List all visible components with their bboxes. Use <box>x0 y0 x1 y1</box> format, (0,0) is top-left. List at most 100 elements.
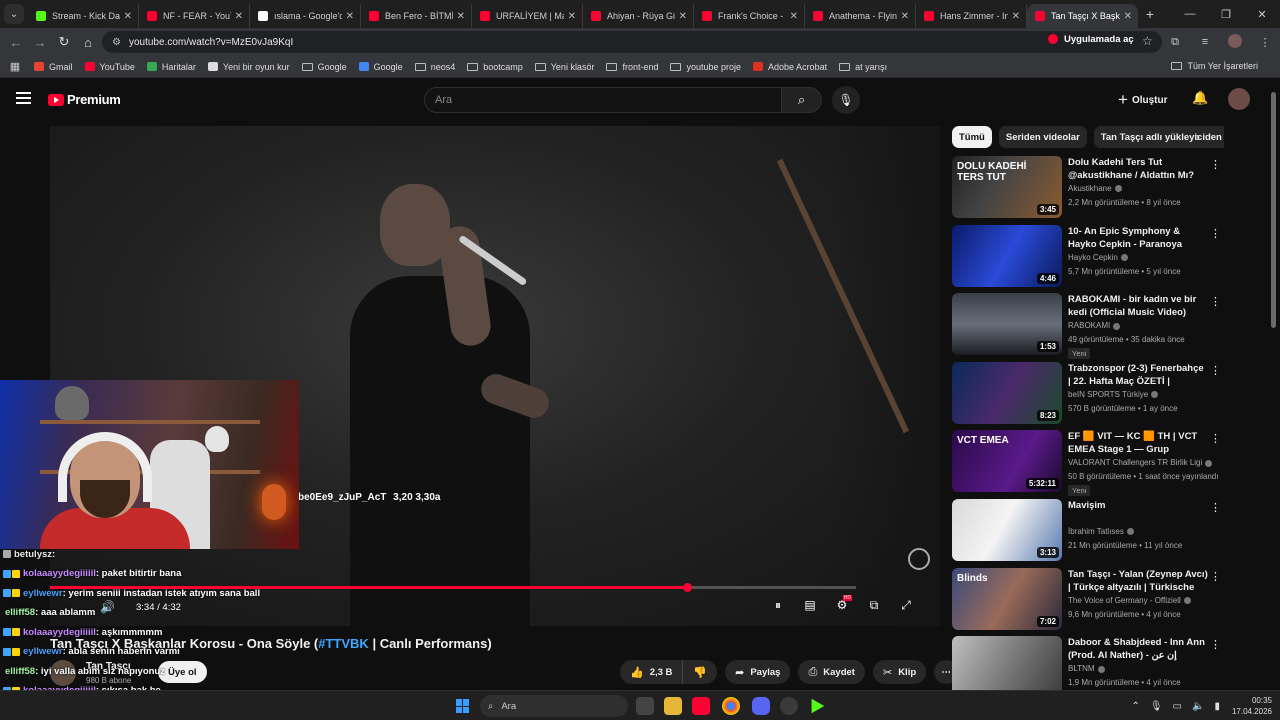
bookmark-item[interactable]: Google <box>301 62 347 72</box>
maximize-icon[interactable]: ❐ <box>1208 8 1244 21</box>
more-options-icon[interactable]: ⋮ <box>1210 364 1221 377</box>
tab-close-icon[interactable]: ✕ <box>1012 11 1020 22</box>
more-options-icon[interactable]: ⋮ <box>1210 295 1221 308</box>
bookmark-item[interactable]: neos4 <box>414 62 455 72</box>
tab-close-icon[interactable]: ✕ <box>235 11 243 22</box>
fullscreen-icon[interactable]: ⤢ <box>890 598 922 613</box>
recommended-title[interactable]: 10- An Epic Symphony & Hayko Cepkin - Pa… <box>1068 225 1208 251</box>
more-options-icon[interactable]: ⋮ <box>1210 158 1221 171</box>
bookmark-item[interactable]: Gmail <box>34 62 73 72</box>
recommended-video[interactable]: 3:13 Mavişim İbrahim Tatlıses 21 Mn görüntü… <box>952 499 1222 561</box>
recommended-video[interactable]: DOLU KADEHİ TERS TUT 3:45 Dolu Kadehi Ters… <box>952 156 1222 218</box>
all-bookmarks-button[interactable]: Tüm Yer İşaretleri <box>1171 61 1258 71</box>
more-options-icon[interactable]: ⋮ <box>1210 638 1221 651</box>
clock[interactable]: 00:35 17.04.2026 <box>1232 695 1272 717</box>
omnibox[interactable]: ⚙ youtube.com/watch?v=MzE0vJa9KqI <box>102 31 1162 53</box>
video-thumbnail[interactable]: 3:13 <box>952 499 1062 561</box>
menu-dots-icon[interactable]: ⋮ <box>1250 36 1280 49</box>
battery-icon[interactable]: ▮ <box>1214 701 1220 712</box>
recommended-channel[interactable]: İbrahim Tatlıses <box>1068 527 1134 536</box>
create-button[interactable]: + Oluştur <box>1118 90 1168 110</box>
tray-expand-icon[interactable]: ⌃ <box>1131 701 1139 712</box>
dislike-button[interactable]: 👎 <box>683 660 717 684</box>
voice-search-button[interactable]: 🎙 <box>832 86 860 114</box>
bookmark-item[interactable]: Yeni bir oyun kur <box>207 62 290 72</box>
bookmark-item[interactable]: YouTube <box>84 62 135 72</box>
recommended-title[interactable]: Daboor & Shabjdeed - Inn Ann (Prod. Al N… <box>1068 636 1208 662</box>
bookmark-item[interactable]: Google <box>358 62 403 72</box>
home-icon[interactable]: ⌂ <box>76 35 100 50</box>
taskbar-search[interactable]: ⌕ Ara <box>480 695 628 717</box>
video-thumbnail[interactable]: VCT EMEA 5:32:11 <box>952 430 1062 493</box>
recommended-title[interactable]: Dolu Kadehi Ters Tut @akustikhane / Alda… <box>1068 156 1208 182</box>
menu-hamburger-icon[interactable] <box>16 92 31 104</box>
apps-grid-icon[interactable]: ▦ <box>0 60 30 73</box>
browser-tab[interactable]: Hans Zimmer - In ✕ <box>916 4 1027 28</box>
site-info-icon[interactable]: ⚙ <box>112 37 121 48</box>
recommended-video[interactable]: 4:46 10- An Epic Symphony & Hayko Cepkin … <box>952 224 1222 287</box>
recommended-title[interactable]: EF 🟧 VIT — KC 🟧 TH | VCT EMEA Stage 1 — … <box>1068 430 1208 456</box>
recommended-channel[interactable]: BLTNM <box>1068 664 1105 673</box>
recommended-channel[interactable]: VALORANT Challengers TR Birlik Ligi <box>1068 458 1213 467</box>
subtitles-icon[interactable]: ▤ <box>794 598 826 613</box>
tab-close-icon[interactable]: ✕ <box>679 11 687 22</box>
youtube-app-icon[interactable] <box>692 697 710 715</box>
back-arrow-icon[interactable]: ← <box>4 35 28 50</box>
reload-icon[interactable]: ↻ <box>52 34 76 50</box>
recommended-channel[interactable]: beIN SPORTS Türkiye <box>1068 390 1159 399</box>
recommended-video[interactable]: Blinds 7:02 Tan Taşçı - Yalan (Zeynep Avcı… <box>952 567 1222 630</box>
browser-tab[interactable]: Ahiyan - Rüya Gibi ✕ <box>583 4 694 28</box>
volume-tray-icon[interactable]: 🔈 <box>1192 701 1204 712</box>
browser-tab[interactable]: NF - FEAR - YouTube ✕ <box>139 4 250 28</box>
open-in-app-button[interactable]: Uygulamada aç <box>1048 32 1134 46</box>
browser-tab[interactable]: Stream - Kick Dash ✕ <box>28 4 139 28</box>
bookmark-item[interactable]: at yarışı <box>839 62 887 72</box>
clip-button[interactable]: ✂ Klip <box>872 660 927 684</box>
filter-chip[interactable]: Tümü <box>952 126 992 148</box>
tab-close-icon[interactable]: ✕ <box>790 11 798 22</box>
bookmark-item[interactable]: Adobe Acrobat <box>753 62 827 72</box>
file-explorer-icon[interactable] <box>664 697 682 715</box>
playlist-icon[interactable]: ≡ <box>1190 36 1220 48</box>
browser-tab[interactable]: ıslama - Google'da Ara ✕ <box>250 4 361 28</box>
more-options-icon[interactable]: ⋮ <box>1210 227 1221 240</box>
tab-search-chevron-icon[interactable]: ⌄ <box>4 4 24 24</box>
settings-gear-icon[interactable]: ⚙ <box>826 595 858 613</box>
recommended-channel[interactable]: Hayko Cepkin <box>1068 253 1128 262</box>
more-options-icon[interactable]: ⋮ <box>1210 501 1221 514</box>
miniplayer-icon[interactable]: ⧉ <box>858 598 890 613</box>
recommended-title[interactable]: Mavişim <box>1068 499 1208 512</box>
browser-tab[interactable]: Tan Taşçı X Başkanlar ✕ <box>1027 4 1138 28</box>
discord-icon[interactable] <box>752 697 770 715</box>
recommended-video[interactable]: 1:53 RABOKAMI - bir kadın ve bir kedi (Of… <box>952 293 1222 360</box>
display-icon[interactable]: ▭ <box>1173 701 1182 712</box>
video-thumbnail[interactable]: Blinds 7:02 <box>952 567 1062 630</box>
youtube-premium-logo[interactable]: Premium <box>48 92 121 107</box>
video-player[interactable]: be0Ee9_zJuP_AcT 3,20 3,30a 🔊 3:34 / 4:32… <box>50 126 940 626</box>
more-options-icon[interactable]: ⋮ <box>1210 432 1221 445</box>
recommended-video[interactable]: 8:23 Trabzonspor (2-3) Fenerbahçe | 22. H… <box>952 361 1222 424</box>
recommended-title[interactable]: Trabzonspor (2-3) Fenerbahçe | 22. Hafta… <box>1068 362 1208 388</box>
tab-close-icon[interactable]: ✕ <box>901 11 909 22</box>
browser-tab[interactable]: Anathema - Flying ✕ <box>805 4 916 28</box>
video-thumbnail[interactable] <box>952 636 1062 699</box>
recommended-channel[interactable]: RABOKAMI <box>1068 321 1121 330</box>
recommended-video[interactable]: Daboor & Shabjdeed - Inn Ann (Prod. Al N… <box>952 636 1222 699</box>
recommended-title[interactable]: RABOKAMI - bir kadın ve bir kedi (Offici… <box>1068 293 1208 319</box>
progress-scrubber[interactable] <box>682 583 692 592</box>
page-scrollbar[interactable] <box>1271 92 1276 328</box>
new-tab-plus-icon[interactable]: + <box>1138 6 1162 22</box>
recommended-channel[interactable]: Akustikhane <box>1068 184 1122 193</box>
more-options-icon[interactable]: ⋮ <box>1210 570 1221 583</box>
bookmark-item[interactable]: youtube proje <box>670 62 741 72</box>
autoplay-toggle-icon[interactable]: ⏸ <box>762 598 794 613</box>
video-thumbnail[interactable]: DOLU KADEHİ TERS TUT 3:45 <box>952 156 1062 218</box>
notifications-bell-icon[interactable]: 🔔 <box>1192 90 1208 106</box>
bookmark-item[interactable]: bootcamp <box>467 62 523 72</box>
browser-tab[interactable]: URFALİYEM | Mad ✕ <box>472 4 583 28</box>
share-button[interactable]: ➦ Paylaş <box>725 660 791 684</box>
recommended-title[interactable]: Tan Taşçı - Yalan (Zeynep Avcı) | Türkçe… <box>1068 568 1208 594</box>
user-avatar[interactable] <box>1228 88 1250 110</box>
hashtag-link[interactable]: #TTVBK <box>318 636 369 651</box>
browser-tab[interactable]: Ben Fero - BİTMİYOR ✕ <box>361 4 472 28</box>
